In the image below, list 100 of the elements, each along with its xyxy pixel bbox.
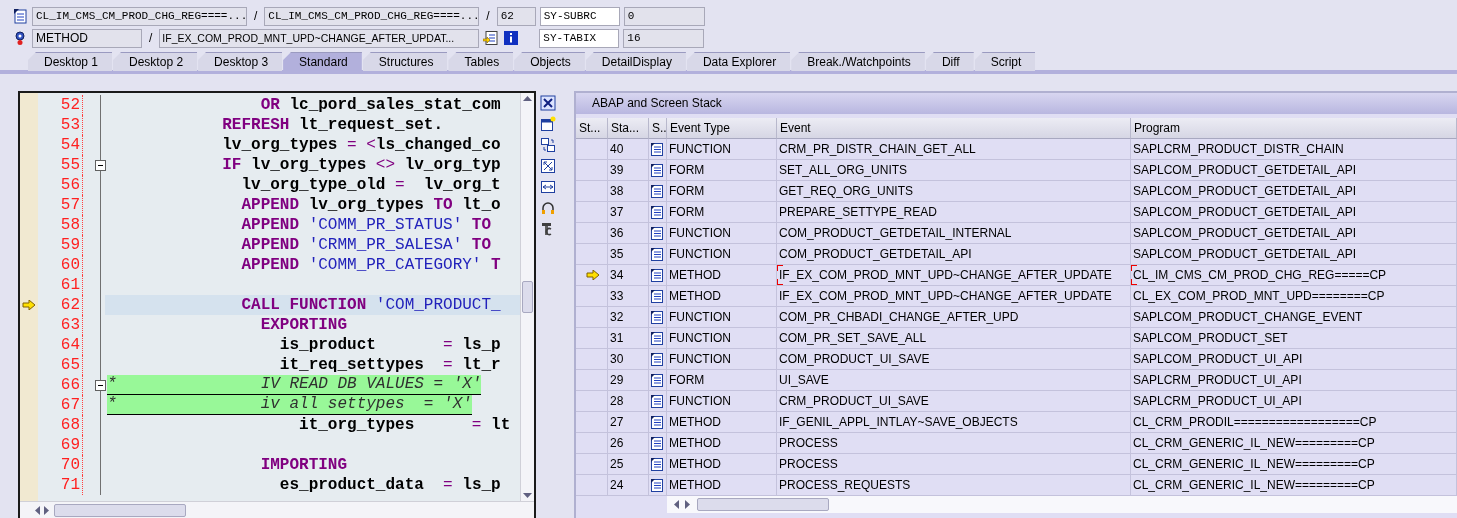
event-name[interactable]: PROCESS xyxy=(779,457,838,471)
event-name[interactable]: PROCESS_REQUESTS xyxy=(779,478,911,492)
document-icon xyxy=(650,352,664,366)
line-number: 70 xyxy=(38,455,83,475)
event-name[interactable]: CRM_PRODUCT_UI_SAVE xyxy=(779,394,929,408)
variable-value-field[interactable]: 0 xyxy=(623,6,705,26)
current-line-icon xyxy=(22,300,36,310)
event-type: FUNCTION xyxy=(669,247,731,261)
navigate-icon[interactable] xyxy=(483,30,500,46)
separator-text: / xyxy=(148,31,154,45)
variable-value-field[interactable]: 16 xyxy=(623,28,705,48)
tab[interactable]: Break./Watchpoints xyxy=(791,52,925,71)
event-field[interactable]: IF_EX_COM_PROD_MNT_UPD~CHANGE_AFTER_UPDAT... xyxy=(159,28,480,48)
close-icon[interactable] xyxy=(540,95,556,111)
tab[interactable]: Tables xyxy=(448,52,514,71)
scroll-down-icon[interactable] xyxy=(523,493,532,499)
column-header[interactable]: Program xyxy=(1131,118,1457,139)
event-name[interactable]: IF_EX_COM_PROD_MNT_UPD~CHANGE_AFTER_UPDATE xyxy=(779,289,1112,303)
stack-level: 34 xyxy=(610,268,624,282)
program-field[interactable]: CL_IM_CMS_CM_PROD_CHG_REG====... xyxy=(264,6,480,26)
event-name[interactable]: COM_PR_CHBADI_CHANGE_AFTER_UPD xyxy=(779,310,1019,324)
document-icon xyxy=(650,247,664,261)
line-number: 57 xyxy=(38,195,83,215)
document-icon xyxy=(650,394,664,408)
swap-icon[interactable] xyxy=(540,137,556,153)
tab[interactable]: Structures xyxy=(362,52,448,71)
collapse-icon[interactable] xyxy=(94,379,106,391)
code-line: OR lc_pord_sales_stat_com xyxy=(259,95,501,115)
info-icon[interactable] xyxy=(503,30,520,46)
tab[interactable]: DetailDisplay xyxy=(585,52,686,71)
program-name: SAPLCOM_PRODUCT_UI_API xyxy=(1133,352,1303,366)
scroll-left-icon[interactable] xyxy=(34,505,40,515)
event-type-field[interactable]: METHOD xyxy=(32,28,142,48)
scroll-left-icon[interactable] xyxy=(673,500,679,509)
event-name[interactable]: PROCESS xyxy=(779,436,838,450)
event-type: FORM xyxy=(669,184,705,198)
line-number: 56 xyxy=(38,175,83,195)
column-header[interactable]: St... xyxy=(576,118,608,139)
event-name[interactable]: GET_REQ_ORG_UNITS xyxy=(779,184,914,198)
scrollbar[interactable] xyxy=(667,496,1457,513)
scrollbar-thumb[interactable] xyxy=(522,281,533,313)
stack-level: 24 xyxy=(610,478,624,492)
stack-level: 28 xyxy=(610,394,624,408)
tab[interactable]: Desktop 1 xyxy=(28,52,113,71)
headset-icon[interactable] xyxy=(540,200,556,216)
variable-name-field[interactable]: SY-SUBRC xyxy=(539,6,620,26)
document-icon xyxy=(650,289,664,303)
event-name[interactable]: IF_GENIL_APPL_INTLAY~SAVE_OBJECTS xyxy=(779,415,1018,429)
column-header[interactable]: Event xyxy=(777,118,1131,139)
column-header[interactable]: Sta... xyxy=(608,118,649,139)
document-icon xyxy=(12,8,28,24)
stack-level: 31 xyxy=(610,331,624,345)
new-window-icon[interactable] xyxy=(540,116,556,132)
event-name[interactable]: COM_PRODUCT_GETDETAIL_INTERNAL xyxy=(779,226,1012,240)
event-type: FUNCTION xyxy=(669,142,731,156)
tab[interactable]: Objects xyxy=(514,52,585,71)
line-field[interactable]: 62 xyxy=(496,6,536,26)
scroll-right-icon[interactable] xyxy=(44,505,50,515)
collapse-icon[interactable] xyxy=(94,159,106,171)
stack-level: 37 xyxy=(610,205,624,219)
tab[interactable]: Script xyxy=(974,52,1036,71)
include-field[interactable]: CL_IM_CMS_CM_PROD_CHG_REG====... xyxy=(32,6,247,26)
event-name[interactable]: CRM_PR_DISTR_CHAIN_GET_ALL xyxy=(779,142,976,156)
scrollbar[interactable] xyxy=(20,501,534,518)
document-icon xyxy=(650,457,664,471)
scrollbar[interactable] xyxy=(520,93,534,501)
document-icon xyxy=(650,205,664,219)
separator-text: / xyxy=(485,9,491,23)
line-number: 62 xyxy=(38,295,83,315)
program-name: SAPLCRM_PRODUCT_DISTR_CHAIN xyxy=(1133,142,1344,156)
fullscreen-icon[interactable] xyxy=(540,158,556,174)
event-name[interactable]: COM_PR_SET_SAVE_ALL xyxy=(779,331,927,345)
line-number: 52 xyxy=(38,95,83,115)
document-icon xyxy=(650,184,664,198)
line-number: 55 xyxy=(38,155,83,175)
event-name[interactable]: IF_EX_COM_PROD_MNT_UPD~CHANGE_AFTER_UPDATE xyxy=(779,268,1112,282)
tab[interactable]: Desktop 3 xyxy=(198,52,283,71)
event-name[interactable]: PREPARE_SETTYPE_READ xyxy=(779,205,937,219)
variable-name-field[interactable]: SY-TABIX xyxy=(539,28,620,48)
stack-level: 33 xyxy=(610,289,624,303)
stack-level: 29 xyxy=(610,373,624,387)
column-header[interactable]: S.. xyxy=(649,118,667,139)
scroll-right-icon[interactable] xyxy=(685,500,691,509)
tab[interactable]: Desktop 2 xyxy=(113,52,198,71)
event-name[interactable]: COM_PRODUCT_UI_SAVE xyxy=(779,352,930,366)
tab[interactable]: Data Explorer xyxy=(686,52,791,71)
tab[interactable]: Standard xyxy=(283,52,362,71)
resize-icon[interactable] xyxy=(540,179,556,195)
stack-level: 35 xyxy=(610,247,624,261)
event-name[interactable]: UI_SAVE xyxy=(779,373,829,387)
stack-level: 39 xyxy=(610,163,624,177)
document-icon xyxy=(650,163,664,177)
line-number: 58 xyxy=(38,215,83,235)
program-name: SAPLCOM_PRODUCT_GETDETAIL_API xyxy=(1133,163,1357,177)
scroll-up-icon[interactable] xyxy=(523,95,532,101)
tab[interactable]: Diff xyxy=(925,52,974,71)
column-header[interactable]: Event Type xyxy=(667,118,777,139)
event-name[interactable]: SET_ALL_ORG_UNITS xyxy=(779,163,908,177)
event-name[interactable]: COM_PRODUCT_GETDETAIL_API xyxy=(779,247,972,261)
line-number: 64 xyxy=(38,335,83,355)
